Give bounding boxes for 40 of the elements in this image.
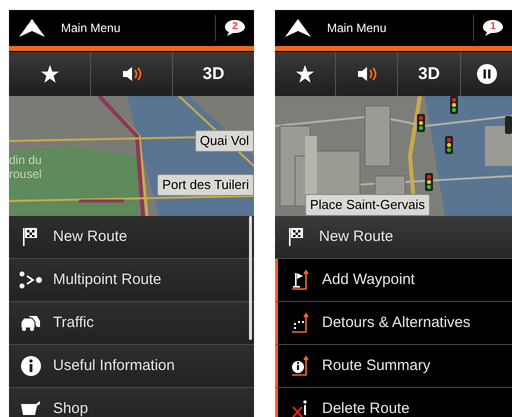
info-icon [21,356,41,376]
menu-item[interactable]: Add Waypoint [275,259,512,302]
speech-bubble-icon [224,19,246,37]
header-title: Main Menu [61,20,120,37]
star-icon [295,64,315,84]
dotted-path-arrow-icon [291,312,309,334]
star-icon [40,64,60,84]
messages-button[interactable]: 2 [220,17,250,39]
checkered-flag-icon [22,227,40,247]
menu-item[interactable]: Useful Information [9,345,254,388]
menu-item[interactable]: Detours & Alternatives [275,302,512,345]
speaker-icon [356,66,376,82]
menu-item[interactable]: New Route [9,216,254,259]
flag-arrow-icon [291,269,309,291]
messages-button[interactable]: 1 [478,17,508,39]
map-label: Place Saint-Gervais [305,194,430,216]
menu-item[interactable]: Shop [9,388,254,417]
arrow-logo-icon [19,19,45,37]
map-label: Port des Tuileri [157,174,254,196]
scrollbar[interactable] [249,216,252,340]
speaker-icon [122,66,142,82]
message-count: 2 [232,20,238,34]
map-label: din du [9,154,42,167]
menu-item[interactable]: Traffic [9,302,254,345]
cross-icon [291,399,309,417]
menu-item[interactable]: Multipoint Route [9,259,254,302]
menu-item[interactable]: Delete Route [275,388,512,417]
cart-icon [20,401,42,417]
speech-bubble-icon [482,19,504,37]
map-label: rousel [9,168,42,181]
map-label: Quai Vol [194,130,254,152]
checkered-flag-icon [288,227,306,247]
info-arrow-icon [291,355,309,377]
arrow-logo-icon [285,19,311,37]
cars-icon [19,314,43,332]
pause-icon [476,64,496,84]
route-points-icon [19,271,43,289]
message-count: 1 [490,20,496,34]
header-title: Main Menu [327,20,386,37]
menu-item[interactable]: Route Summary [275,345,512,388]
